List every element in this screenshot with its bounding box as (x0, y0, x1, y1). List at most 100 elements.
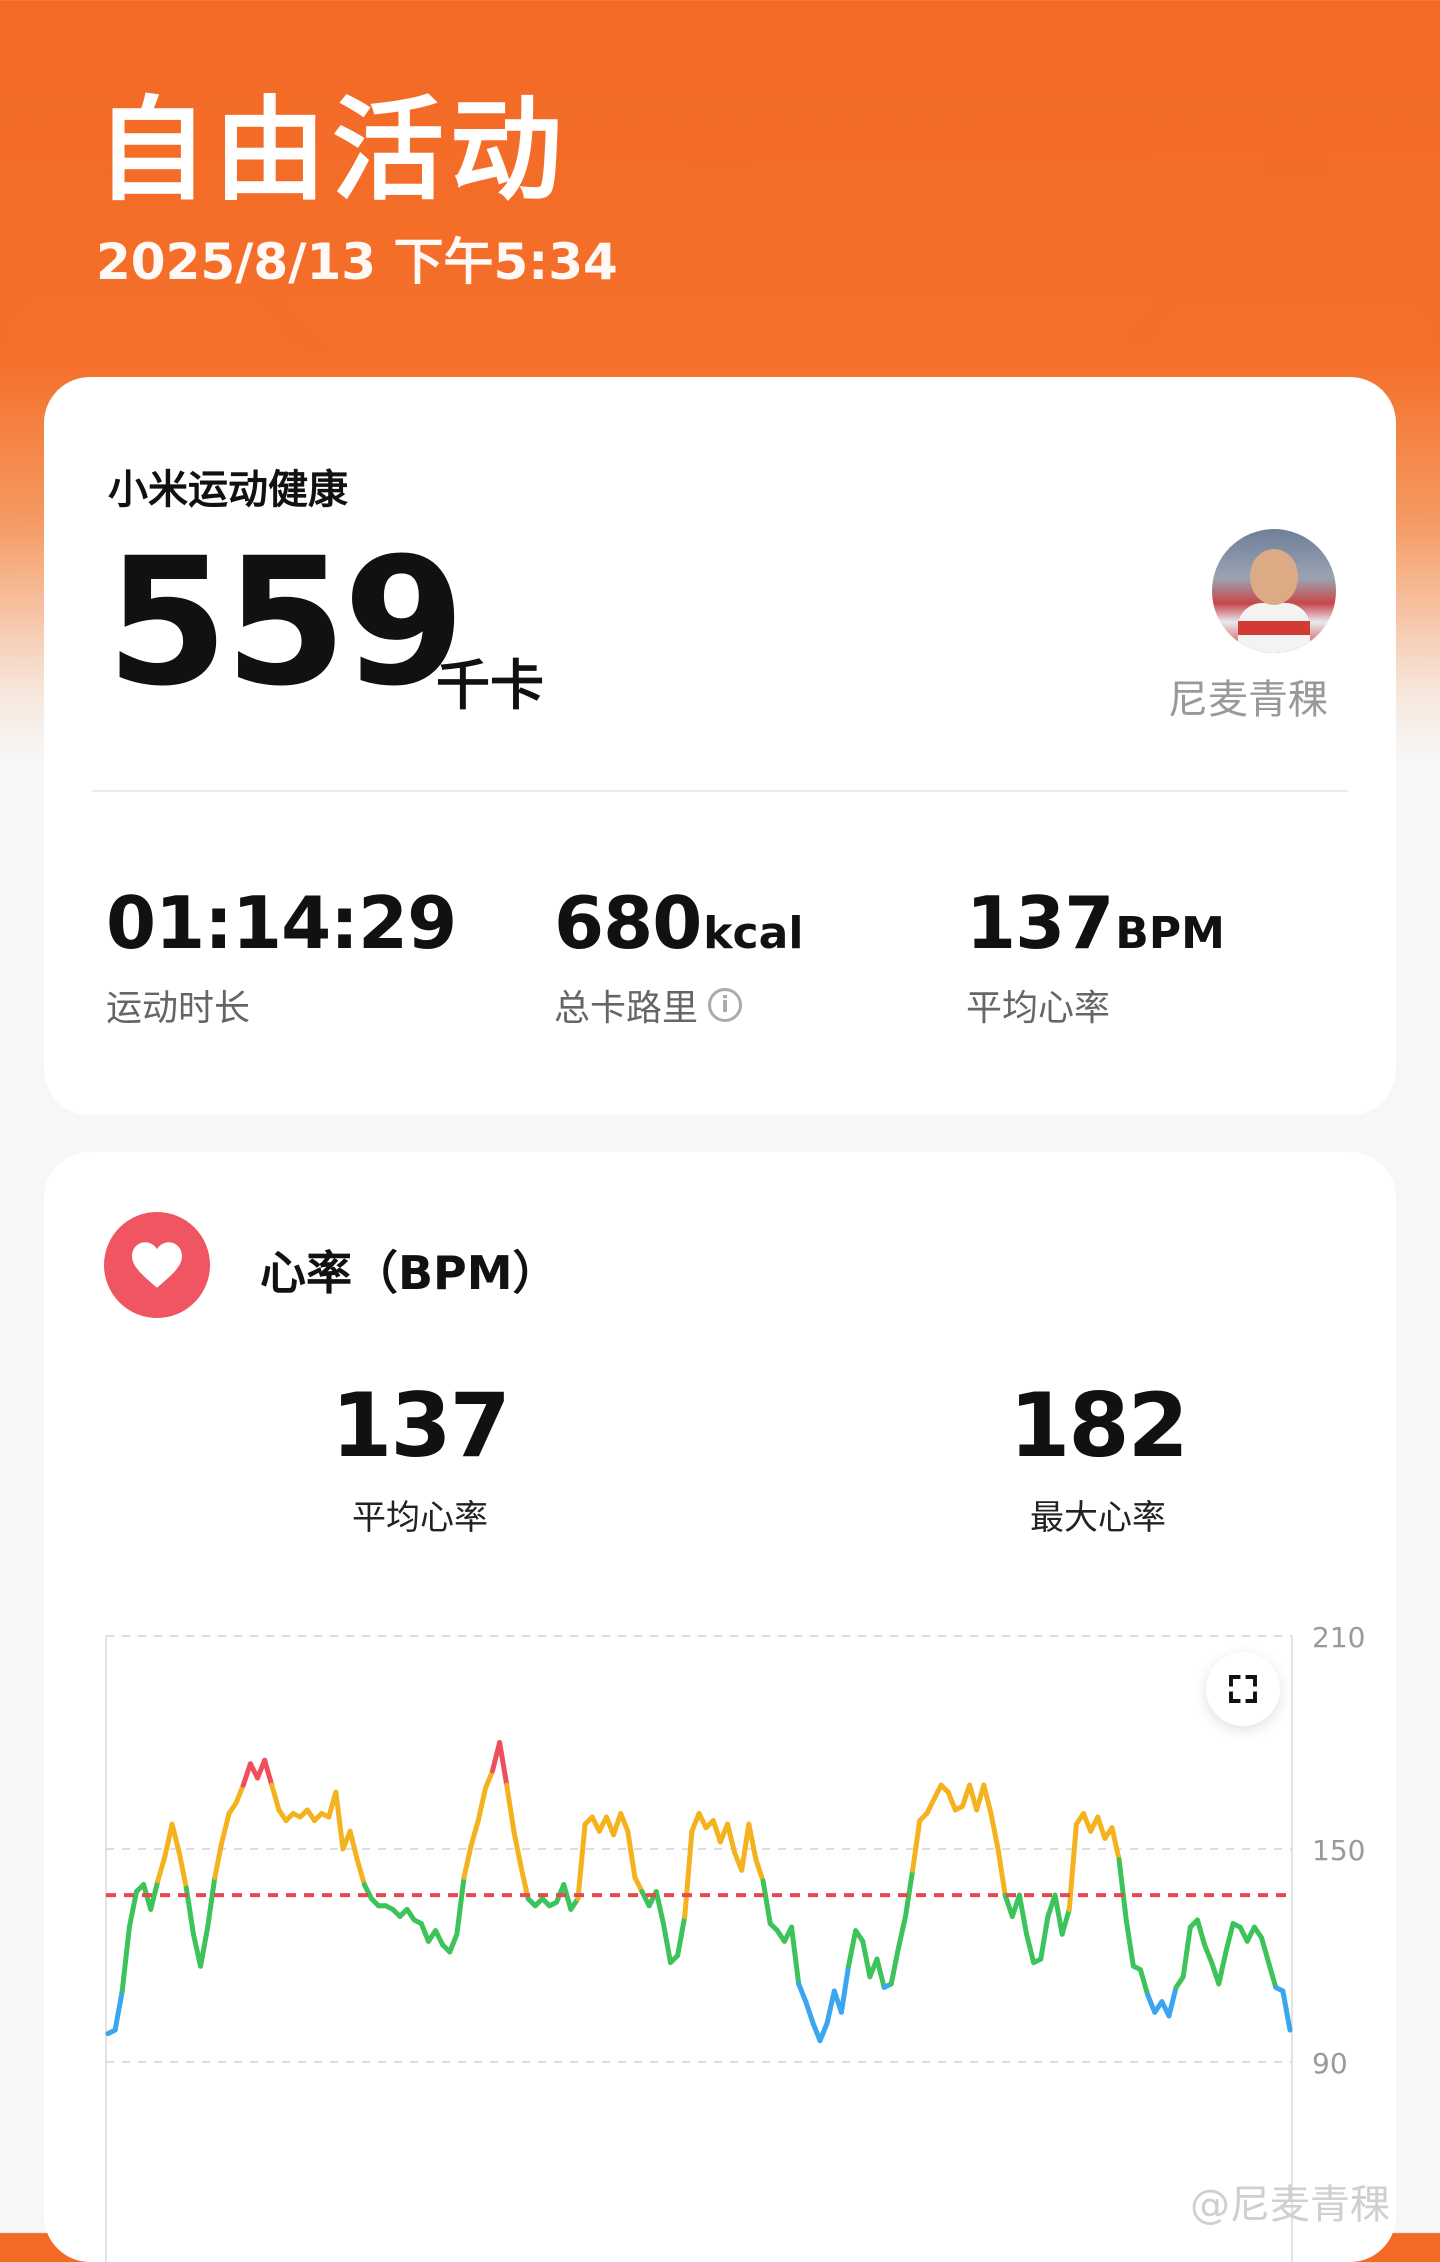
stat-duration-value: 01:14:29 (106, 881, 457, 965)
hr-max-value: 182 (1009, 1374, 1189, 1477)
watermark: @尼麦青稞 (1190, 2182, 1390, 2228)
heart-rate-line-segment (119, 1924, 132, 1994)
activity-title: 自由活动 (96, 86, 568, 216)
heart-rate-line-segment (511, 1828, 524, 1870)
heart-rate-line-segment (233, 1782, 246, 1806)
hr-avg-value: 137 (331, 1374, 511, 1477)
page-header: 自由活动 2025/8/13 下午5:34 (96, 95, 618, 287)
stat-avg-heart-rate: 137BPM 平均心率 (966, 887, 1225, 1031)
hr-avg-block: 137 平均心率 (300, 1382, 540, 1539)
heart-rate-line-segment (1109, 1825, 1122, 1863)
heart-rate-line-segment (447, 1931, 460, 1955)
heart-rate-line-segment (1194, 1917, 1208, 1948)
hr-max-block: 182 最大心率 (978, 1382, 1218, 1539)
summary-card: 小米运动健康 559 千卡 尼麦青稞 01:14:29 运动时长 680kcal… (44, 377, 1396, 1115)
heart-rate-line-segment (1095, 1814, 1108, 1841)
stat-hr-unit: BPM (1115, 908, 1225, 959)
heart-rate-line-segment (1259, 1935, 1272, 1966)
heart-rate-line-segment (1024, 1931, 1037, 1966)
heart-rate-line-segment (860, 1938, 873, 1980)
heart-rate-line-segment (824, 1988, 837, 2026)
stat-duration-label: 运动时长 (106, 988, 251, 1029)
heart-rate-line-segment (660, 1921, 674, 1966)
heart-rate-line-segment (1216, 1949, 1229, 1987)
activity-datetime: 2025/8/13 下午5:34 (96, 233, 618, 291)
expand-chart-button[interactable] (1206, 1652, 1280, 1726)
heart-rate-line-segment (981, 1782, 994, 1816)
heart-rate-line-segment (1180, 1924, 1193, 1980)
heart-rate-line-segment (468, 1818, 481, 1848)
stat-total-calories: 680kcal 总卡路里 i (554, 887, 803, 1031)
info-icon[interactable]: i (708, 988, 743, 1022)
heart-rate-line-segment (198, 1924, 211, 1969)
heart-rate-line-segment (176, 1850, 189, 1891)
heart-rate-line-segment (482, 1768, 496, 1792)
heart-rate-line-segment (910, 1818, 923, 1873)
heart-rate-title: 心率（BPM） (260, 1246, 559, 1300)
stat-hr-label: 平均心率 (966, 988, 1111, 1029)
heart-rate-line-segment (475, 1786, 488, 1824)
heart-rate-line-segment (988, 1811, 1001, 1852)
heart-rate-line-segment (838, 1963, 852, 2015)
heart-rate-line-segment (846, 1928, 859, 1969)
heart-rate-line-segment (895, 1913, 908, 1951)
brand-label: 小米运动健康 (108, 467, 348, 513)
heart-rate-line-segment (354, 1857, 367, 1887)
heart-rate-line-segment (789, 1924, 802, 1987)
avatar-head (1250, 549, 1298, 605)
chart-tick-label: 150 (1312, 1834, 1365, 1867)
heart-rate-line-segment (1123, 1917, 1136, 1969)
heart-rate-line-segment (1280, 1988, 1293, 2033)
stat-duration: 01:14:29 运动时长 (106, 887, 457, 1031)
chart-tick-label: 90 (1312, 2047, 1348, 2080)
heart-rate-line-segment (212, 1839, 225, 1880)
heart-rate-line-segment (746, 1821, 759, 1863)
heart-rate-line-segment (262, 1757, 275, 1788)
heart-rate-line-segment (803, 1999, 816, 2026)
heart-rate-line-segment (575, 1821, 588, 1902)
divider (92, 790, 1348, 792)
calories-value: 559 (106, 520, 465, 725)
heart-rate-line-segment (205, 1874, 218, 1930)
avatar[interactable] (1212, 529, 1336, 653)
heart-rate-chart[interactable]: 90 150 210 (44, 1552, 1396, 2262)
heart-rate-line-segment (504, 1782, 517, 1834)
heart-rate-line-segment (1059, 1906, 1072, 1937)
heart-rate-line-segment (625, 1828, 638, 1880)
heart-rate-line-segment (817, 2020, 830, 2044)
heart-rate-line-segment (618, 1811, 631, 1834)
heart-rate-line-segment (653, 1889, 666, 1927)
calories-unit: 千卡 (436, 654, 544, 717)
heart-rate-line-segment (1052, 1892, 1065, 1937)
heart-rate-line-segment (112, 1988, 125, 2033)
heart-icon (132, 1242, 182, 1288)
stat-hr-value: 137 (966, 881, 1114, 965)
heart-rate-line-segment (219, 1811, 232, 1845)
heart-rate-line-segment (874, 1956, 887, 1990)
username[interactable]: 尼麦青稞 (1168, 667, 1328, 725)
heart-rate-line-segment (454, 1874, 467, 1937)
heart-rate-line-segment (1266, 1960, 1279, 1990)
stat-calories-value: 680 (554, 881, 702, 965)
heart-rate-card: 心率（BPM） 137 平均心率 182 最大心率 90 150 210 (44, 1152, 1396, 2262)
heart-rate-line-segment (1166, 1984, 1179, 2019)
heart-rate-line-segment (724, 1821, 738, 1856)
heart-rate-line-segment (753, 1857, 766, 1884)
avatar-stripe (1238, 621, 1310, 635)
heart-rate-line-segment (675, 1913, 688, 1958)
heart-rate-line-segment (888, 1945, 901, 1987)
expand-icon (1229, 1675, 1257, 1703)
heart-rate-line-segment (1038, 1913, 1051, 1962)
heart-rate-line-segment (333, 1789, 346, 1852)
heart-rate-line-segment (347, 1828, 360, 1863)
heart-rate-line-segment (682, 1828, 695, 1919)
heart-rate-line-segment (760, 1878, 773, 1927)
heart-rate-line-segment (945, 1789, 958, 1813)
heart-rate-line-segment (796, 1981, 809, 2005)
heart-rate-line-segment (269, 1782, 282, 1813)
heart-rate-line-segment (461, 1842, 474, 1880)
heart-rate-line-segment (155, 1853, 168, 1884)
stat-calories-unit: kcal (703, 908, 804, 959)
heart-rate-line-segment (1116, 1857, 1129, 1923)
stat-calories-label: 总卡路里 (554, 988, 699, 1029)
